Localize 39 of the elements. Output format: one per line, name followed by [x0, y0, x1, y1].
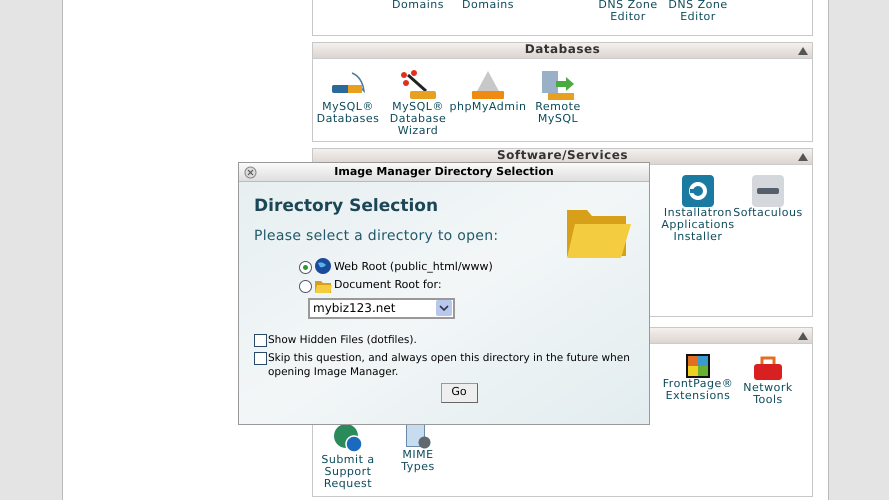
item-label[interactable]: Submit a Support Request [321, 454, 375, 490]
checkbox[interactable] [254, 334, 267, 346]
globe-question-icon [332, 422, 364, 454]
magic-wand-database-icon [398, 69, 438, 101]
item-label[interactable]: DNS Zone Editor [668, 0, 728, 23]
globe-icon [314, 257, 332, 275]
checkbox-label[interactable]: Show Hidden Files (dotfiles). [268, 332, 634, 346]
folder-icon [314, 278, 332, 294]
radio-label[interactable]: Web Root (public_html/www) [334, 258, 493, 275]
radio-label[interactable]: Document Root for: [334, 277, 442, 294]
dialog-heading: Directory Selection [254, 196, 440, 216]
radio-button[interactable] [299, 261, 312, 274]
collapse-arrow-icon[interactable] [798, 153, 808, 161]
item-label[interactable]: Installatron Applications Installer [661, 207, 735, 243]
item-label[interactable]: Domains [392, 0, 444, 11]
dialog-title: Image Manager Directory Selection [334, 164, 554, 180]
checkbox-label[interactable]: Skip this question, and always open this directory in the future when opening Image Manager. [268, 350, 634, 378]
collapse-arrow-icon[interactable] [798, 47, 808, 55]
go-button[interactable]: Go [440, 382, 478, 402]
radio-button[interactable] [299, 280, 312, 292]
checkbox[interactable] [254, 352, 267, 364]
item-label[interactable]: DNS Zone Editor [598, 0, 658, 23]
item-label[interactable]: Softaculous [733, 207, 803, 219]
item-label[interactable]: Domains [462, 0, 514, 11]
item-label[interactable]: Remote MySQL [535, 101, 581, 125]
item-label[interactable]: FrontPage® Extensions [662, 378, 734, 402]
item-label[interactable]: MIME Types [401, 449, 435, 473]
item-label[interactable]: MySQL® Database Wizard [390, 101, 446, 137]
item-label[interactable]: Network Tools [743, 382, 793, 406]
item-label[interactable]: MySQL® Databases [316, 101, 380, 125]
item-label[interactable]: phpMyAdmin [450, 101, 526, 113]
panel-title: Software/Services [497, 149, 628, 162]
close-icon[interactable] [244, 166, 257, 179]
toolbox-icon [752, 354, 784, 382]
domain-select[interactable]: mybiz123.net [308, 298, 455, 318]
dialog-prompt: Please select a directory to open: [254, 227, 500, 246]
puzzle-icon [686, 354, 710, 378]
collapse-arrow-icon[interactable] [798, 332, 808, 340]
panel-title: Databases [524, 43, 600, 56]
